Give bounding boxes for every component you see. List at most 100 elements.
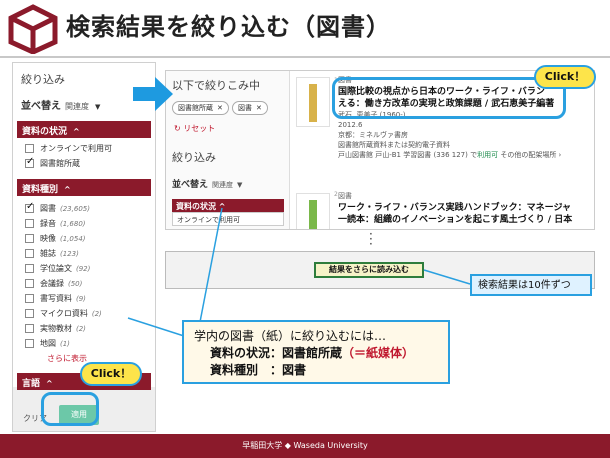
checkbox[interactable] xyxy=(25,219,34,228)
sort-value: 関連度 xyxy=(65,102,89,111)
language-section-title: 言語 xyxy=(22,379,41,389)
type-option-count: (23,605) xyxy=(60,204,90,213)
explain-status-note: （＝紙媒体） xyxy=(342,346,415,360)
title-divider xyxy=(0,56,610,58)
status-section-title: 資料の状況 xyxy=(176,202,216,211)
type-option-label: 地図 xyxy=(40,339,56,348)
type-option-label: 映像 xyxy=(40,234,56,243)
type-option-label: 雑誌 xyxy=(40,249,56,258)
type-option-count: (1,680) xyxy=(60,219,86,228)
filter-chip-library[interactable]: 図書館所蔵 ✕ xyxy=(172,101,229,115)
type-option[interactable]: マイクロ資料 (2) xyxy=(25,307,102,320)
status-section-header[interactable]: 資料の状況 ^ xyxy=(17,121,151,138)
book-thumbnail-icon xyxy=(296,77,330,127)
record-title-line1[interactable]: ワーク・ライフ・バランス実践ハンドブック：マネージャ xyxy=(338,202,593,214)
type-option-count: (123) xyxy=(60,249,79,258)
highlight-record-title xyxy=(332,77,566,119)
checkbox[interactable] xyxy=(25,279,34,288)
explain-row-status: 資料の状況：図書館所蔵（＝紙媒体） xyxy=(194,345,438,362)
explain-intro: 学内の図書（紙）に絞り込むには… xyxy=(194,329,387,343)
type-option-count: (92) xyxy=(76,264,91,273)
availability-status: 利用可 xyxy=(477,151,499,159)
sort-control[interactable]: 並べ替え 関連度 ▼ xyxy=(172,177,242,190)
status-option-online[interactable]: オンラインで利用可 xyxy=(25,142,112,155)
record-title-line2[interactable]: 一読本：組織のイノベーションを起こす風土づくり / 日本 xyxy=(338,214,593,226)
type-option[interactable]: 雑誌 (123) xyxy=(25,247,79,260)
type-option-label: 録音 xyxy=(40,219,56,228)
highlight-apply-button xyxy=(41,392,99,426)
sort-control[interactable]: 並べ替え 関連度 ▼ xyxy=(21,97,100,112)
close-icon[interactable]: ✕ xyxy=(256,104,262,112)
read-more-button[interactable]: 結果をさらに読み込む xyxy=(314,262,424,278)
checkbox[interactable] xyxy=(25,234,34,243)
status-section-title: 資料の状況 xyxy=(22,127,68,137)
refresh-icon: ↻ xyxy=(174,124,181,133)
chip-label: 図書館所蔵 xyxy=(178,104,213,112)
type-option[interactable]: 映像 (1,054) xyxy=(25,232,86,245)
type-option[interactable]: 図書 (23,605) xyxy=(25,201,90,215)
sort-label: 並べ替え xyxy=(21,101,61,112)
sort-label: 並べ替え xyxy=(172,180,209,190)
type-option[interactable]: 書写資料 (9) xyxy=(25,292,86,305)
checkbox-checked[interactable] xyxy=(25,201,34,213)
status-option-label: 図書館所蔵 xyxy=(40,159,80,168)
refine-heading: 絞り込み xyxy=(172,151,216,164)
status-option-library[interactable]: 図書館所蔵 xyxy=(25,156,80,170)
checkbox[interactable] xyxy=(25,294,34,303)
reset-label: リセット xyxy=(183,124,216,133)
record-publisher: 京都：ミネルヴァ書房 xyxy=(338,131,408,139)
type-option-count: (9) xyxy=(76,294,86,303)
type-section-title: 資料種別 xyxy=(22,185,59,195)
type-option-count: (50) xyxy=(68,279,83,288)
type-option-label: 会議録 xyxy=(40,279,64,288)
explanation-box: 学内の図書（紙）に絞り込むには… 資料の状況：図書館所蔵（＝紙媒体） 資料種別 … xyxy=(182,320,450,384)
chevron-up-icon: ^ xyxy=(73,127,80,136)
chevron-down-icon: ▼ xyxy=(95,103,101,111)
arrow-right-icon xyxy=(133,77,173,111)
explain-row-type: 資料種別 ：図書 xyxy=(210,363,307,377)
waseda-logo-icon xyxy=(8,4,58,54)
reset-link[interactable]: ↻ リセット xyxy=(174,123,215,134)
checkbox[interactable] xyxy=(25,144,34,153)
show-more-link[interactable]: さらに表示 xyxy=(47,353,87,364)
type-option[interactable]: 会議録 (50) xyxy=(25,277,82,290)
checkbox[interactable] xyxy=(25,339,34,348)
ellipsis-vertical-icon: · · · xyxy=(369,227,373,251)
type-option[interactable]: 地図 (1) xyxy=(25,337,70,350)
type-option[interactable]: 録音 (1,680) xyxy=(25,217,86,230)
checkbox-checked[interactable] xyxy=(25,156,34,168)
record-availability[interactable]: 戸山図書館 戸山-B1 学習図書 (336 127) で利用可 その他の配架場所… xyxy=(338,150,593,161)
record-holding: 図書館所蔵資料または契約電子資料 xyxy=(338,141,450,149)
type-option[interactable]: 実物教材 (2) xyxy=(25,322,86,335)
status-option-label: オンラインで利用可 xyxy=(40,144,112,153)
checkbox[interactable] xyxy=(25,249,34,258)
close-icon[interactable]: ✕ xyxy=(217,104,223,112)
slide: 検索結果を絞り込む（図書） 絞り込み 並べ替え 関連度 ▼ 資料の状況 ^ オンライン… xyxy=(0,0,610,458)
click-callout-bottom: Click！ xyxy=(80,362,142,386)
type-option-label: 図書 xyxy=(40,204,56,213)
type-option-count: (1) xyxy=(60,339,70,348)
filter-heading: 絞り込み xyxy=(21,73,65,86)
per-page-note: 検索結果は10件ずつ xyxy=(470,274,592,296)
filter-chip-book[interactable]: 図書 ✕ xyxy=(232,101,268,115)
record-date: 2012.6 xyxy=(338,121,363,129)
results-filter-sidebar: 以下で絞りこみ中 図書館所蔵 ✕ 図書 ✕ ↻ リセット 絞り込み 並べ替え 関連度 ▼… xyxy=(166,71,290,229)
type-option-label: 学位論文 xyxy=(40,264,72,273)
slide-footer: 早稲田大学 ◆ Waseda University xyxy=(0,434,610,458)
checkbox[interactable] xyxy=(25,324,34,333)
type-option[interactable]: 学位論文 (92) xyxy=(25,262,90,275)
chip-label: 図書 xyxy=(238,104,252,112)
status-section-header[interactable]: 資料の状況 ^ xyxy=(172,199,284,212)
chevron-up-icon: ^ xyxy=(46,379,53,388)
type-option-label: 実物教材 xyxy=(40,324,72,333)
active-filters-heading: 以下で絞りこみ中 xyxy=(172,79,260,92)
type-section-header[interactable]: 資料種別 ^ xyxy=(17,179,151,196)
status-option-online[interactable]: オンラインで利用可 xyxy=(172,212,284,226)
type-option-count: (2) xyxy=(76,324,86,333)
explain-status-label: 資料の状況：図書館所蔵 xyxy=(210,346,343,360)
checkbox[interactable] xyxy=(25,309,34,318)
availability-more[interactable]: その他の配架場所 › xyxy=(498,151,561,159)
type-option-label: マイクロ資料 xyxy=(40,309,88,318)
checkbox[interactable] xyxy=(25,264,34,273)
chevron-down-icon: ▼ xyxy=(237,181,243,189)
